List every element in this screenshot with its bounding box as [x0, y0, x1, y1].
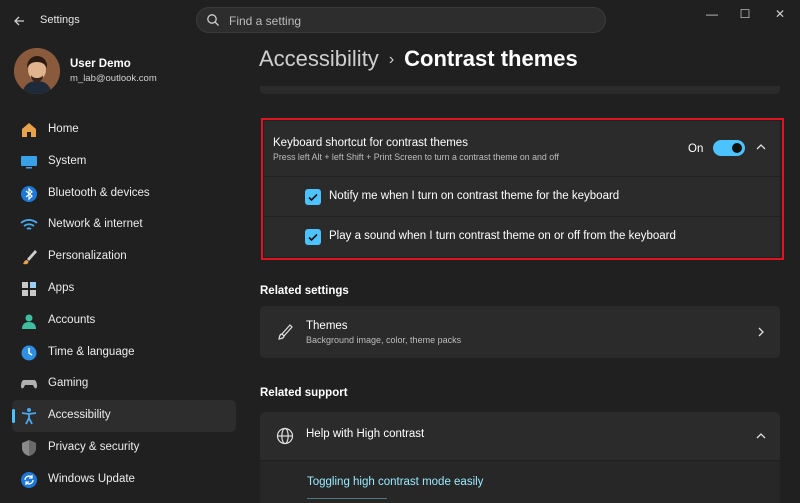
accessibility-icon: [21, 408, 37, 425]
globe-icon: [276, 427, 294, 445]
breadcrumb-separator: ›: [388, 51, 395, 68]
cut-off-link[interactable]: [307, 498, 387, 503]
sidebar-item-label: Home: [48, 123, 79, 135]
title-bar: Settings — ☐ ✕: [0, 0, 800, 40]
back-arrow-icon: [14, 16, 24, 26]
sidebar-item-gaming[interactable]: Gaming: [12, 368, 236, 400]
support-links-panel: Toggling high contrast mode easily: [260, 461, 780, 503]
app-title: Settings: [40, 14, 80, 26]
sidebar-item-label: Windows Update: [48, 472, 135, 485]
person-icon: [22, 314, 36, 329]
highlight-frame: [261, 118, 784, 260]
sidebar-item-label: Personalization: [48, 250, 127, 263]
sidebar-item-label: Bluetooth & devices: [48, 186, 150, 199]
minimize-button[interactable]: —: [698, 5, 726, 23]
sidebar-item-system[interactable]: System: [12, 146, 236, 178]
search-icon: [207, 14, 219, 26]
sidebar-nav: Home System Bluetooth & devices Network …: [12, 114, 236, 496]
sidebar-item-label: Accounts: [48, 313, 96, 326]
sidebar-item-accessibility[interactable]: Accessibility: [12, 400, 236, 432]
home-icon: [22, 123, 36, 137]
user-email: m_lab@outlook.com: [70, 73, 157, 84]
related-settings-heading: Related settings: [260, 285, 349, 297]
brush-icon: [23, 250, 37, 265]
avatar-illustration: [14, 48, 60, 94]
sidebar-item-network[interactable]: Network & internet: [12, 209, 236, 241]
sidebar-item-time-language[interactable]: Time & language: [12, 337, 236, 369]
themes-title: Themes: [306, 320, 348, 332]
apps-icon: [22, 281, 36, 296]
previous-card-edge: [260, 86, 780, 94]
page-title: Contrast themes: [404, 46, 578, 71]
sidebar-item-label: Apps: [48, 281, 75, 294]
sidebar-item-accounts[interactable]: Accounts: [12, 305, 236, 337]
themes-description: Background image, color, theme packs: [306, 335, 462, 345]
sidebar-item-label: System: [48, 154, 87, 167]
bluetooth-icon: [21, 185, 37, 202]
sidebar-item-apps[interactable]: Apps: [12, 273, 236, 305]
chevron-right-icon: [758, 327, 764, 337]
search-input[interactable]: [229, 12, 589, 29]
breadcrumb: Accessibility › Contrast themes: [259, 46, 578, 72]
sidebar-item-home[interactable]: Home: [12, 114, 236, 146]
avatar: [14, 48, 60, 94]
paintbrush-icon: [278, 324, 293, 340]
maximize-button[interactable]: ☐: [731, 5, 759, 23]
monitor-icon: [21, 155, 37, 169]
wifi-icon: [20, 219, 38, 231]
sidebar-item-label: Gaming: [48, 377, 89, 390]
close-button[interactable]: ✕: [766, 5, 794, 23]
toggling-high-contrast-link[interactable]: Toggling high contrast mode easily: [307, 476, 483, 488]
globe-clock-icon: [21, 345, 37, 361]
sidebar-item-bluetooth[interactable]: Bluetooth & devices: [12, 178, 236, 210]
user-name: User Demo: [70, 58, 131, 70]
gamepad-icon: [21, 380, 37, 389]
sidebar-item-label: Network & internet: [48, 218, 143, 231]
support-title: Help with High contrast: [306, 428, 425, 440]
help-high-contrast-card[interactable]: Help with High contrast: [260, 412, 780, 460]
chevron-up-icon: [756, 433, 766, 439]
sidebar-item-label: Time & language: [48, 345, 135, 358]
sidebar-item-label: Privacy & security: [48, 440, 140, 453]
sidebar-item-personalization[interactable]: Personalization: [12, 241, 236, 273]
update-icon: [21, 471, 37, 488]
sidebar-item-privacy-security[interactable]: Privacy & security: [12, 432, 236, 464]
sidebar-item-windows-update[interactable]: Windows Update: [12, 464, 236, 496]
search-box[interactable]: [196, 7, 606, 33]
related-support-heading: Related support: [260, 387, 348, 399]
sidebar-item-label: Accessibility: [48, 409, 111, 422]
breadcrumb-parent[interactable]: Accessibility: [259, 46, 379, 71]
shield-icon: [22, 439, 36, 456]
themes-link-card[interactable]: Themes Background image, color, theme pa…: [260, 306, 780, 358]
back-button[interactable]: [8, 10, 30, 32]
